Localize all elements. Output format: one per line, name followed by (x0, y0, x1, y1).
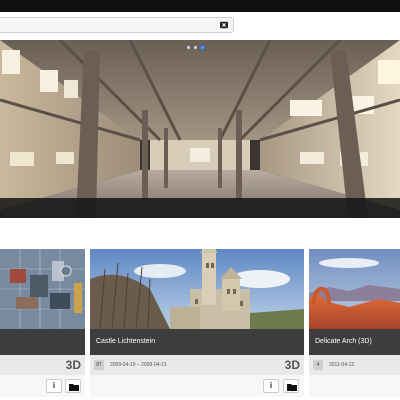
card-actions (309, 375, 400, 397)
folder-icon (287, 384, 297, 391)
card-meta: 4 2011-04-12 (309, 355, 400, 375)
hero-caption-bar (0, 198, 400, 218)
carousel-dot[interactable] (186, 45, 191, 50)
open-folder-button[interactable] (65, 379, 81, 393)
carousel-dots (186, 45, 205, 50)
gallery-card[interactable]: Castle Lichtenstein 87 2009-04-19 – 2009… (90, 249, 304, 397)
card-actions: i (0, 375, 85, 397)
card-meta: 87 2009-04-19 – 2009-04-21 3D (90, 355, 304, 375)
gallery-card[interactable]: 3D i (0, 249, 85, 397)
card-title: Castle Lichtenstein (90, 329, 304, 355)
card-thumbnail[interactable] (309, 249, 400, 329)
warehouse-panorama-image (0, 40, 400, 218)
card-thumbnail[interactable] (0, 249, 85, 329)
card-title: Delicate Arch (3D) (309, 329, 400, 355)
date-range: 2009-04-19 – 2009-04-21 (110, 362, 167, 368)
info-button[interactable]: i (263, 379, 279, 393)
open-folder-button[interactable] (283, 379, 299, 393)
card-actions: i (90, 375, 304, 397)
folder-icon (69, 384, 79, 391)
badge-3d: 3D (284, 358, 300, 372)
info-button[interactable]: i (46, 379, 62, 393)
item-count-badge: 4 (313, 360, 323, 370)
carousel-dot-active[interactable] (200, 45, 205, 50)
gallery-card[interactable]: Delicate Arch (3D) 4 2011-04-12 (309, 249, 400, 397)
badge-3d: 3D (65, 358, 81, 372)
date-range: 2011-04-12 (329, 362, 355, 368)
search-input[interactable] (0, 17, 234, 33)
gallery: 3D i Castle Lichtenstein 87 2009-04-19 –… (0, 249, 400, 400)
hero-carousel[interactable] (0, 40, 400, 218)
card-meta: 3D (0, 355, 85, 375)
carousel-dot[interactable] (193, 45, 198, 50)
close-icon[interactable] (220, 21, 228, 29)
item-count-badge: 87 (94, 360, 104, 370)
card-thumbnail[interactable] (90, 249, 304, 329)
card-title (0, 329, 85, 355)
top-bar (0, 0, 400, 12)
